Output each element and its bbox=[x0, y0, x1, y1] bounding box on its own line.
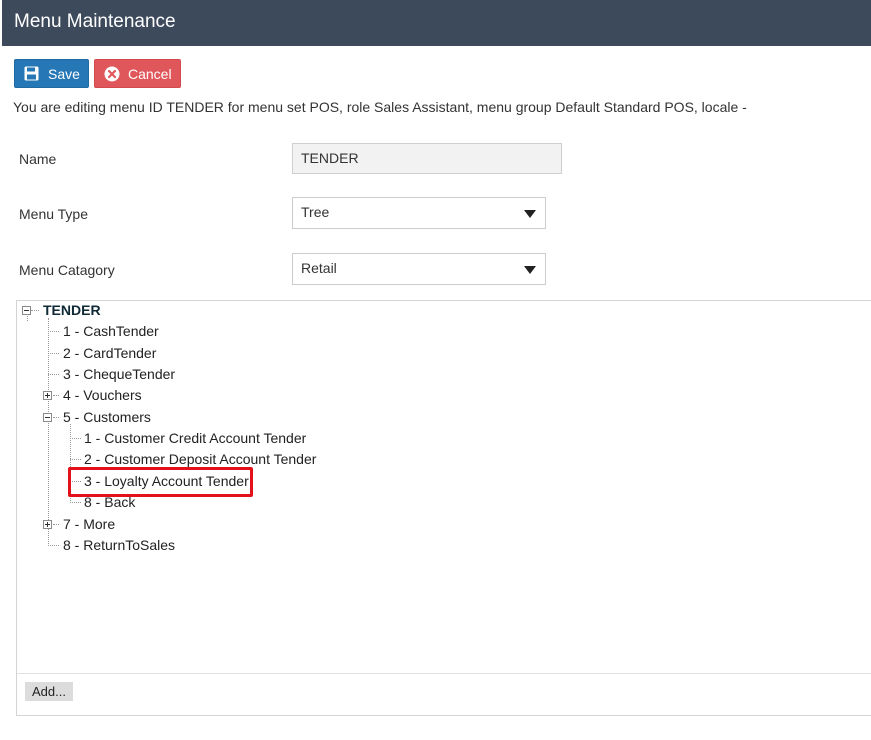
tree-item-cardtender[interactable]: 2 - CardTender bbox=[63, 345, 156, 361]
tree-item-customer-deposit[interactable]: 2 - Customer Deposit Account Tender bbox=[84, 451, 316, 467]
tree-connector bbox=[53, 395, 59, 396]
tree-connector bbox=[27, 314, 28, 321]
editing-info-text: You are editing menu ID TENDER for menu … bbox=[13, 99, 747, 115]
circle-x-icon bbox=[104, 66, 120, 82]
tree-connector bbox=[48, 353, 59, 354]
menu-tree-panel bbox=[16, 300, 871, 716]
tree-item-customer-credit[interactable]: 1 - Customer Credit Account Tender bbox=[84, 430, 306, 446]
menu-category-label: Menu Catagory bbox=[19, 262, 115, 278]
tree-connector bbox=[53, 524, 59, 525]
name-field[interactable]: TENDER bbox=[292, 143, 562, 174]
chevron-down-icon bbox=[524, 210, 536, 218]
cancel-label: Cancel bbox=[128, 65, 172, 82]
divider bbox=[17, 673, 871, 674]
floppy-disk-icon bbox=[24, 66, 39, 81]
tree-root-tender[interactable]: TENDER bbox=[43, 302, 101, 318]
tree-connector bbox=[48, 331, 59, 332]
tree-connector bbox=[48, 374, 59, 375]
name-field-value: TENDER bbox=[301, 150, 359, 166]
menu-category-value: Retail bbox=[301, 260, 337, 276]
tree-connector bbox=[70, 459, 81, 460]
menu-category-select[interactable]: Retail bbox=[292, 253, 546, 285]
page-title: Menu Maintenance bbox=[14, 11, 176, 32]
expand-icon[interactable] bbox=[43, 391, 52, 400]
tree-item-returntosales[interactable]: 8 - ReturnToSales bbox=[63, 537, 175, 553]
menu-type-label: Menu Type bbox=[19, 206, 89, 222]
highlight-box bbox=[68, 467, 253, 497]
add-button[interactable]: Add... bbox=[25, 682, 73, 701]
collapse-icon[interactable] bbox=[22, 306, 31, 315]
tree-connector bbox=[48, 545, 59, 546]
save-label: Save bbox=[48, 65, 80, 82]
cancel-button[interactable]: Cancel bbox=[94, 59, 181, 88]
save-button[interactable]: Save bbox=[14, 59, 89, 88]
app-header: Menu Maintenance bbox=[2, 0, 871, 46]
tree-connector bbox=[31, 310, 39, 311]
tree-item-customers[interactable]: 5 - Customers bbox=[63, 409, 151, 425]
tree-connector bbox=[70, 502, 81, 503]
tree-item-more[interactable]: 7 - More bbox=[63, 516, 115, 532]
tree-item-vouchers[interactable]: 4 - Vouchers bbox=[63, 387, 142, 403]
collapse-icon[interactable] bbox=[43, 413, 52, 422]
expand-icon[interactable] bbox=[43, 520, 52, 529]
tree-connector bbox=[70, 438, 81, 439]
tree-connector bbox=[53, 417, 59, 418]
menu-type-value: Tree bbox=[301, 204, 330, 220]
name-label: Name bbox=[19, 151, 57, 167]
menu-type-select[interactable]: Tree bbox=[292, 197, 546, 229]
chevron-down-icon bbox=[524, 266, 536, 274]
tree-item-chequetender[interactable]: 3 - ChequeTender bbox=[63, 366, 175, 382]
tree-item-cashtender[interactable]: 1 - CashTender bbox=[63, 323, 159, 339]
